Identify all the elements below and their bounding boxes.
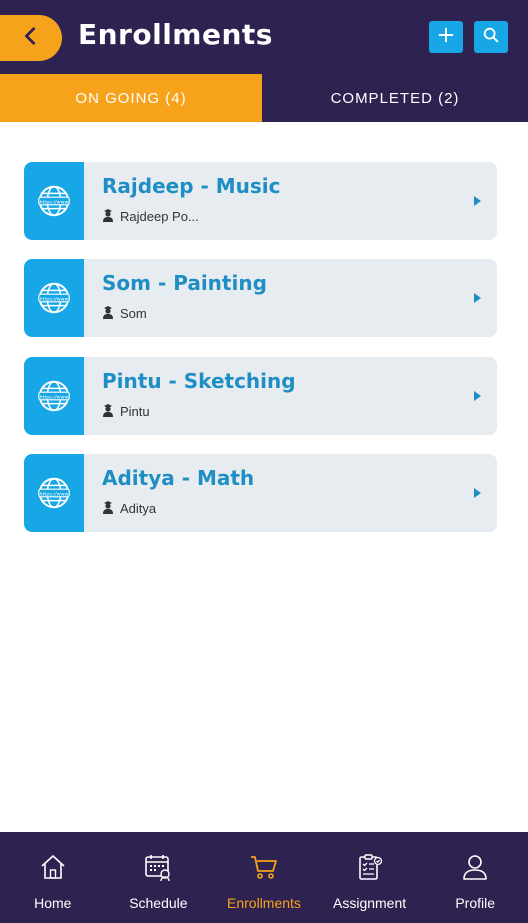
- teacher-icon: [102, 305, 120, 322]
- teacher-name: Som: [120, 306, 147, 321]
- svg-text:https://www: https://www: [40, 394, 69, 400]
- nav-enrollments[interactable]: Enrollments: [211, 832, 317, 923]
- svg-text:https://www: https://www: [40, 491, 69, 497]
- teacher-icon: [102, 500, 120, 517]
- nav-label: Enrollments: [227, 895, 301, 911]
- cart-icon: [249, 852, 279, 887]
- teacher-name: Pintu: [120, 404, 150, 419]
- app-header: Enrollments: [0, 0, 528, 74]
- enrollment-card[interactable]: https://www Rajdeep - Music Rajdeep Po..…: [24, 162, 497, 240]
- nav-schedule[interactable]: Schedule: [106, 832, 212, 923]
- chevron-right-icon: [474, 196, 481, 206]
- bottom-navigation: Home Schedule Enrollments Assignment Pro…: [0, 832, 528, 923]
- globe-icon: https://www: [24, 357, 84, 435]
- svg-text:https://www: https://www: [40, 199, 69, 205]
- enrollment-title: Pintu - Sketching: [102, 369, 296, 393]
- nav-label: Profile: [455, 895, 496, 911]
- nav-assignment[interactable]: Assignment: [317, 832, 423, 923]
- chevron-left-icon: [20, 25, 42, 52]
- nav-profile[interactable]: Profile: [422, 832, 528, 923]
- globe-icon: https://www: [24, 162, 84, 240]
- nav-label: Schedule: [129, 895, 188, 911]
- search-icon: [482, 26, 500, 49]
- back-button[interactable]: [0, 15, 62, 61]
- add-button[interactable]: [429, 21, 463, 53]
- chevron-right-icon: [474, 293, 481, 303]
- enrollment-list: https://www Rajdeep - Music Rajdeep Po..…: [0, 122, 528, 832]
- enrollment-card[interactable]: https://www Pintu - Sketching Pintu: [24, 357, 497, 435]
- enrollment-tabs: ON GOING (4) COMPLETED (2): [0, 74, 528, 122]
- teacher-icon: [102, 403, 120, 420]
- globe-icon: https://www: [24, 454, 84, 532]
- svg-text:https://www: https://www: [40, 296, 69, 302]
- page-title: Enrollments: [78, 18, 273, 51]
- teacher-row: Aditya: [102, 500, 156, 517]
- teacher-row: Rajdeep Po...: [102, 208, 199, 225]
- tab-ongoing[interactable]: ON GOING (4): [0, 74, 262, 122]
- teacher-name: Aditya: [120, 501, 157, 516]
- clipboard-icon: [355, 852, 385, 887]
- teacher-row: Pintu: [102, 403, 150, 420]
- teacher-name: Rajdeep Po...: [120, 209, 199, 224]
- home-icon: [38, 852, 68, 887]
- enrollment-title: Som - Painting: [102, 271, 267, 295]
- app-screen: Enrollments ON GOING (4) COMPLETED (2) h…: [0, 0, 528, 923]
- globe-icon: https://www: [24, 259, 84, 337]
- chevron-right-icon: [474, 488, 481, 498]
- enrollment-card[interactable]: https://www Aditya - Math Aditya: [24, 454, 497, 532]
- nav-label: Home: [34, 895, 72, 911]
- nav-label: Assignment: [333, 895, 407, 911]
- search-button[interactable]: [474, 21, 508, 53]
- nav-home[interactable]: Home: [0, 832, 106, 923]
- tab-completed[interactable]: COMPLETED (2): [262, 74, 528, 122]
- plus-icon: [437, 26, 455, 49]
- user-icon: [460, 852, 490, 887]
- teacher-row: Som: [102, 305, 147, 322]
- enrollment-title: Rajdeep - Music: [102, 174, 281, 198]
- teacher-icon: [102, 208, 120, 225]
- enrollment-card[interactable]: https://www Som - Painting Som: [24, 259, 497, 337]
- chevron-right-icon: [474, 391, 481, 401]
- calendar-icon: [143, 852, 173, 887]
- enrollment-title: Aditya - Math: [102, 466, 255, 490]
